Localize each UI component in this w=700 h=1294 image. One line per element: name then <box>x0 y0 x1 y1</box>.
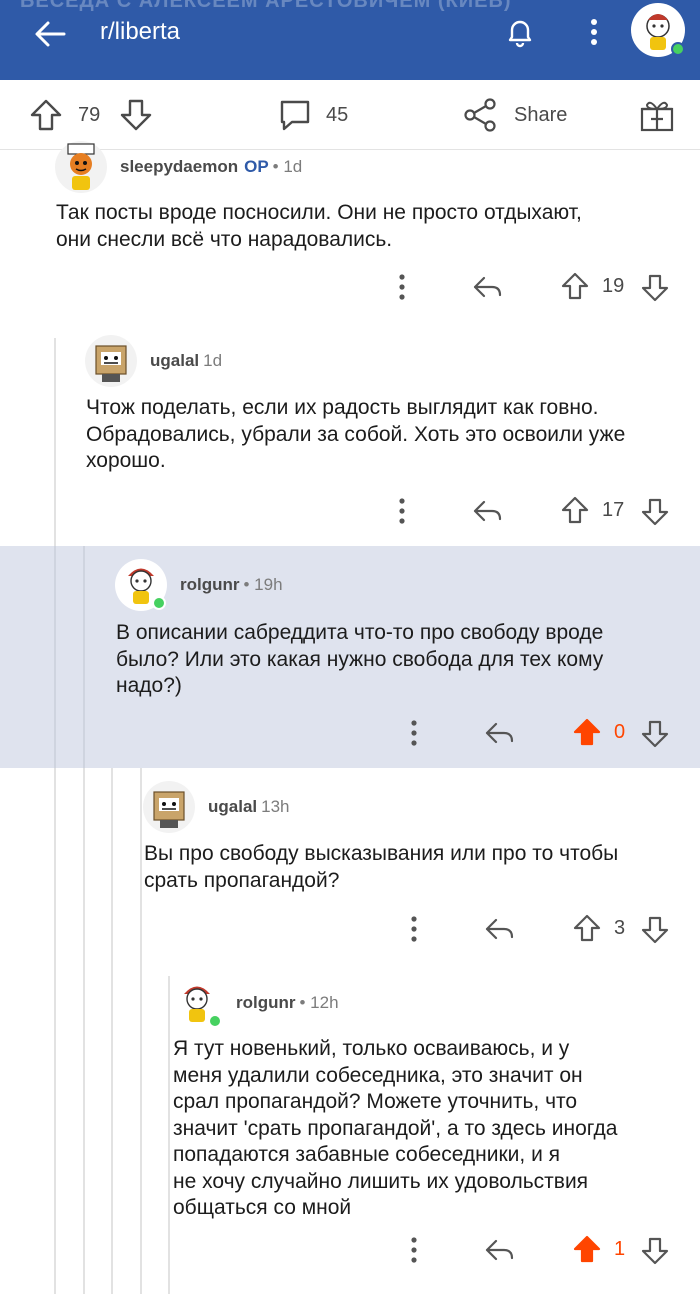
comment-text: В описании сабреддита что-то про свободу… <box>116 621 604 697</box>
comment-actions: 19 <box>384 267 694 307</box>
comment-author[interactable]: ugalal <box>150 351 199 371</box>
comment-bubble-icon <box>280 100 310 131</box>
downvote-arrow-icon <box>120 99 152 131</box>
comment-score: 3 <box>614 917 626 939</box>
comment-actions: 3 <box>396 909 700 949</box>
comment-score: 1 <box>614 1238 626 1260</box>
gift-icon <box>640 101 674 132</box>
comment-author[interactable]: ugalal <box>208 797 257 817</box>
comment-text: Так посты вроде посносили. Они не просто… <box>56 201 582 251</box>
upvote-arrow-filled-icon[interactable] <box>572 1230 602 1275</box>
comments-count: 45 <box>326 103 349 126</box>
comment-score: 0 <box>614 721 626 743</box>
reply-icon[interactable] <box>482 909 516 954</box>
more-options-icon[interactable] <box>402 1230 426 1275</box>
reply-icon[interactable] <box>482 1230 516 1275</box>
share-label: Share <box>514 103 568 126</box>
comment-text: Чтож поделать, если их радость выглядит … <box>86 396 626 472</box>
comment-time: • 1d <box>272 157 303 176</box>
user-avatar[interactable] <box>628 2 688 58</box>
subreddit-title[interactable]: r/liberta <box>100 18 180 46</box>
comment-header: sleepydaemon OP • 1d <box>54 140 302 194</box>
header-background-text: БЕСЕДА С АЛЕКСЕЕМ АРЕСТОВИЧЕМ (КИЕВ) <box>20 0 512 12</box>
downvote-arrow-icon[interactable] <box>640 1230 670 1275</box>
downvote-arrow-icon[interactable] <box>640 267 670 312</box>
comment-score: 19 <box>602 275 625 297</box>
top-app-bar: БЕСЕДА С АЛЕКСЕЕМ АРЕСТОВИЧЕМ (КИЕВ) r/l… <box>0 0 700 80</box>
upvote-arrow-filled-icon[interactable] <box>572 713 602 758</box>
share-icon <box>464 98 496 132</box>
comment-1: sleepydaemon OP • 1d Так посты вроде пос… <box>0 141 700 338</box>
downvote-arrow-icon[interactable] <box>640 909 670 954</box>
thread-line[interactable] <box>54 546 56 768</box>
comment-4: ugalal 13h Вы про свободу высказывания и… <box>0 768 700 976</box>
back-arrow-icon[interactable] <box>30 14 70 54</box>
avatar[interactable] <box>142 780 196 834</box>
more-options-icon[interactable] <box>402 909 426 954</box>
comment-header: ugalal 13h <box>142 780 290 834</box>
more-options-icon[interactable] <box>402 713 426 758</box>
reply-icon[interactable] <box>470 267 504 312</box>
avatar[interactable] <box>54 140 108 194</box>
comment-actions: 0 <box>396 713 700 753</box>
comment-time: 13h <box>261 797 290 816</box>
thread-line[interactable] <box>83 546 85 768</box>
comment-header: rolgunr • 12h <box>170 976 339 1030</box>
comment-actions: 1 <box>396 1230 700 1270</box>
comment-score: 17 <box>602 499 625 521</box>
comment-text: Вы про свободу высказывания или про то ч… <box>144 842 619 892</box>
comment-time: • 19h <box>243 575 283 594</box>
upvote-arrow-icon[interactable] <box>560 267 590 312</box>
bell-icon[interactable] <box>500 12 540 52</box>
more-options-icon[interactable] <box>574 12 614 52</box>
comment-time: 1d <box>203 351 223 370</box>
comment-5: rolgunr • 12h Я тут новенький, только ос… <box>0 976 700 1294</box>
comment-header: rolgunr • 19h <box>114 558 283 612</box>
comment-author[interactable]: rolgunr <box>236 993 296 1013</box>
downvote-arrow-icon[interactable] <box>640 491 670 536</box>
comment-actions: 17 <box>384 491 694 531</box>
comment-3-highlighted: rolgunr • 19h В описании сабреддита что-… <box>0 546 700 768</box>
reply-icon[interactable] <box>482 713 516 758</box>
comment-header: ugalal 1d <box>84 334 222 388</box>
upvote-arrow-icon[interactable] <box>572 909 602 954</box>
downvote-arrow-icon[interactable] <box>640 713 670 758</box>
avatar[interactable] <box>114 558 168 612</box>
reply-icon[interactable] <box>470 491 504 536</box>
comment-author[interactable]: sleepydaemon <box>120 157 238 177</box>
upvote-arrow-icon[interactable] <box>560 491 590 536</box>
comment-author[interactable]: rolgunr <box>180 575 240 595</box>
more-options-icon[interactable] <box>390 267 414 312</box>
award-button[interactable] <box>638 80 676 150</box>
comment-time: • 12h <box>299 993 339 1012</box>
comment-2: ugalal 1d Чтож поделать, если их радость… <box>0 335 700 546</box>
avatar[interactable] <box>84 334 138 388</box>
more-options-icon[interactable] <box>390 491 414 536</box>
upvote-arrow-icon <box>30 99 62 131</box>
op-badge: OP <box>244 157 269 176</box>
avatar[interactable] <box>170 976 224 1030</box>
share-button[interactable] <box>462 80 500 150</box>
comment-text: Я тут новенький, только осваиваюсь, и у … <box>173 1037 618 1219</box>
